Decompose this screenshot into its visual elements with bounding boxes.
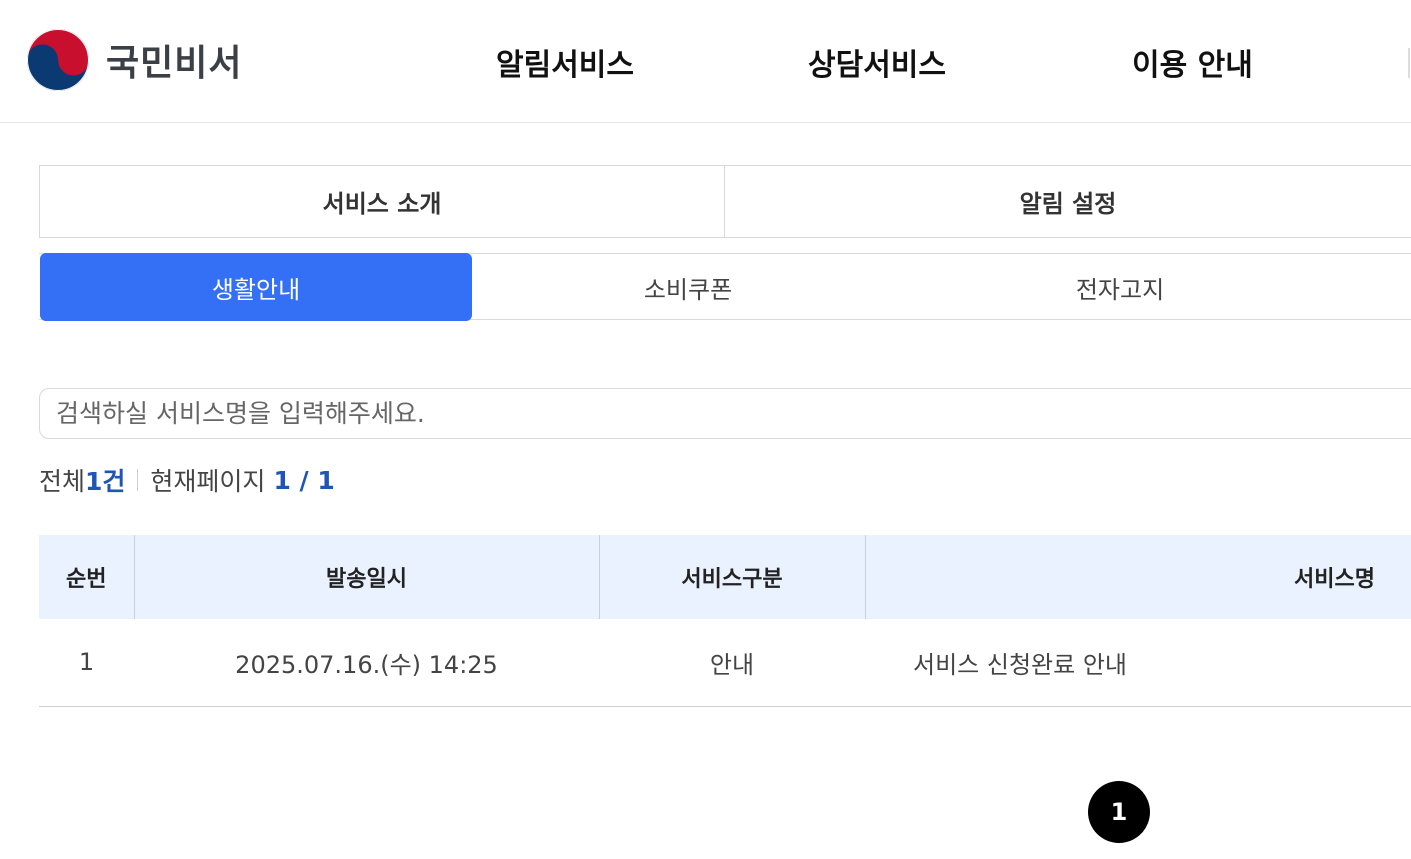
site-header: 국민비서 알림서비스 상담서비스 이용 안내 bbox=[0, 0, 1411, 123]
main-tabs: 서비스 소개 알림 설정 bbox=[39, 165, 1411, 238]
table-header-row: 순번 발송일시 서비스구분 서비스명 bbox=[39, 535, 1411, 619]
tab-notification-settings[interactable]: 알림 설정 bbox=[725, 166, 1411, 237]
cell-service-name[interactable]: 서비스 신청완료 안내 bbox=[865, 619, 1411, 707]
nav-notification-service[interactable]: 알림서비스 bbox=[496, 40, 634, 84]
header-divider bbox=[1408, 48, 1410, 78]
total-count: 1건 bbox=[85, 467, 126, 496]
pagination-page-button[interactable]: 1 bbox=[1088, 781, 1150, 843]
subtab-consumption-coupon[interactable]: 소비쿠폰 bbox=[472, 253, 904, 321]
sub-tabs: 생활안내 소비쿠폰 전자고지 bbox=[39, 253, 1411, 321]
page-value: 1 / 1 bbox=[273, 465, 335, 495]
subtab-electronic-notice[interactable]: 전자고지 bbox=[904, 253, 1336, 321]
subtab-life-guide[interactable]: 생활안내 bbox=[40, 253, 472, 321]
cell-sent-date: 2025.07.16.(수) 14:25 bbox=[134, 619, 599, 707]
search-box bbox=[39, 388, 1411, 439]
result-summary: 전체 1건 현재페이지 1 / 1 bbox=[39, 462, 335, 498]
column-header-sent-date: 발송일시 bbox=[134, 535, 600, 619]
nav-consultation-service[interactable]: 상담서비스 bbox=[808, 40, 946, 84]
cell-service-type: 안내 bbox=[599, 619, 865, 707]
page-label: 현재페이지 bbox=[150, 467, 266, 496]
total-label: 전체 bbox=[39, 467, 86, 496]
table-row[interactable]: 1 2025.07.16.(수) 14:25 안내 서비스 신청완료 안내 bbox=[39, 619, 1411, 707]
summary-divider bbox=[137, 469, 139, 491]
column-header-service-type: 서비스구분 bbox=[599, 535, 866, 619]
notification-table: 순번 발송일시 서비스구분 서비스명 1 2025.07.16.(수) 14:2… bbox=[39, 535, 1411, 707]
logo-text: 국민비서 bbox=[106, 43, 243, 84]
column-header-service-name: 서비스명 bbox=[865, 535, 1411, 619]
search-input[interactable] bbox=[40, 389, 1411, 438]
site-logo[interactable]: 국민비서 bbox=[26, 28, 242, 92]
cell-number: 1 bbox=[39, 619, 134, 707]
column-header-number: 순번 bbox=[39, 535, 135, 619]
government-emblem-icon bbox=[27, 29, 89, 91]
nav-usage-guide[interactable]: 이용 안내 bbox=[1132, 40, 1253, 84]
tab-service-intro[interactable]: 서비스 소개 bbox=[40, 166, 726, 237]
